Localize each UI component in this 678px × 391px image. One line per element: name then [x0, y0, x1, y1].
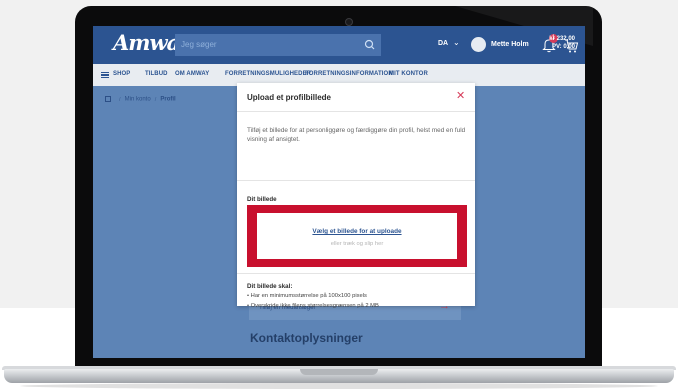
camera-icon: [345, 18, 353, 26]
nav-item-shop[interactable]: SHOP: [113, 71, 130, 77]
image-label: Dit billede: [247, 196, 277, 203]
modal-description: Tilføj et billede for at personliggøre o…: [247, 127, 466, 143]
screen: Amway Jeg søger DA ⌄ Mette Holm 1 kr 232…: [93, 26, 585, 358]
upload-link[interactable]: Vælg et billede for at uploade: [257, 228, 457, 235]
search-button[interactable]: [359, 34, 381, 56]
home-icon[interactable]: [105, 96, 111, 102]
upload-dropzone[interactable]: Vælg et billede for at uploade eller træ…: [257, 213, 457, 259]
cart-pv: PV: 0,00: [551, 44, 575, 50]
divider: [237, 180, 475, 181]
divider: [237, 273, 475, 274]
user-name[interactable]: Mette Holm: [491, 41, 529, 48]
upload-profile-modal: Upload et profilbillede ✕ Tilføj et bill…: [237, 83, 475, 309]
close-icon[interactable]: ✕: [456, 89, 465, 102]
requirements-title: Dit billede skal:: [247, 283, 293, 290]
avatar[interactable]: [471, 37, 486, 52]
search-input[interactable]: Jeg søger: [175, 34, 359, 56]
breadcrumb-profil: Profil: [160, 96, 176, 103]
nav-item-tilbud[interactable]: TILBUD: [145, 71, 168, 77]
nav-item-forretningsinformation[interactable]: FORRETNINGSINFORMATION: [305, 71, 393, 77]
cart-price: kr 232,00: [549, 36, 575, 42]
drag-drop-hint: eller træk og slip her: [330, 241, 384, 247]
divider: [237, 111, 475, 112]
breadcrumb-min-konto[interactable]: Min konto: [125, 97, 151, 103]
chevron-down-icon[interactable]: ⌄: [453, 38, 460, 47]
site-header: Amway Jeg søger DA ⌄ Mette Holm 1 kr 232…: [93, 26, 585, 64]
nav-item-mit-kontor[interactable]: MIT KONTOR: [389, 71, 428, 77]
nav-item-forretningsmuligheder[interactable]: FORRETNINGSMULIGHEDER: [225, 71, 311, 77]
requirement-item: • Overskride ikke filens størrelsesgræns…: [247, 303, 379, 309]
requirement-item: • Har en minimumsstørrelse på 100x100 pi…: [247, 293, 367, 299]
section-heading: Kontaktoplysninger: [250, 331, 363, 345]
nav-item-om-amway[interactable]: OM AMWAY: [175, 71, 209, 77]
laptop-shadow: [20, 383, 658, 389]
laptop-notch: [300, 369, 378, 375]
breadcrumb: / Min konto / Profil: [105, 96, 176, 103]
language-selector[interactable]: DA: [438, 40, 448, 47]
menu-icon[interactable]: [101, 72, 109, 78]
search-icon: [364, 39, 375, 50]
modal-title: Upload et profilbillede: [247, 93, 332, 102]
